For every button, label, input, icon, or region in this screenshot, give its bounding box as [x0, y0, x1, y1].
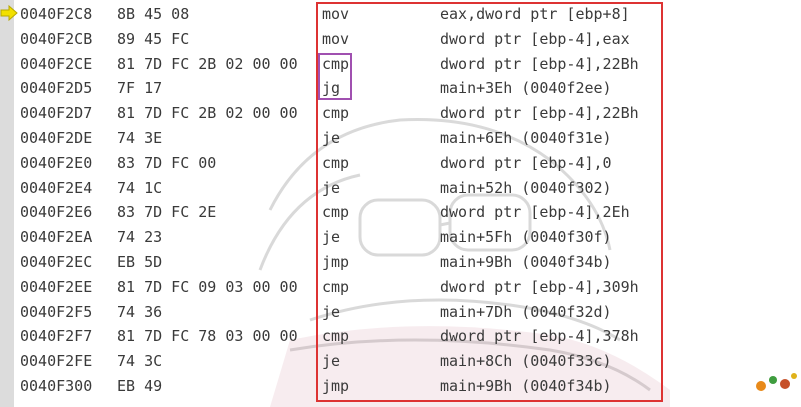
opcode-bytes-text: EB 5D: [117, 253, 163, 271]
address-text: 0040F2FE: [20, 352, 93, 371]
address-text: 0040F300: [20, 377, 93, 395]
opcode-bytes-text: 83 7D FC 00: [117, 153, 217, 172]
opcode-bytes-text: 74 36: [117, 302, 163, 321]
address-text: 0040F2D5: [20, 79, 93, 98]
address-text: 0040F2CB: [20, 29, 93, 48]
address-text: 0040F2DE: [20, 129, 93, 147]
opcode-bytes-text: 74 3E: [117, 129, 163, 147]
address-text: 0040F2F5: [20, 302, 93, 321]
address-text: 0040F2D7: [20, 104, 93, 123]
opcode-bytes-text: 81 7D FC 09 03 00 00: [117, 277, 298, 296]
address-text: 0040F2E6: [20, 203, 93, 222]
opcode-bytes-text: 7F 17: [117, 79, 163, 98]
opcode-bytes-text: EB 49: [117, 377, 163, 395]
address-text: 0040F2EC: [20, 253, 93, 271]
opcode-bytes-text: 81 7D FC 78 03 00 00: [117, 327, 298, 346]
opcode-bytes-text: 74 23: [117, 228, 163, 247]
highlight-box: [316, 2, 663, 402]
opcode-bytes-text: 74 3C: [117, 352, 163, 371]
selection-box: [318, 53, 352, 100]
address-text: 0040F2EE: [20, 277, 93, 296]
logo-sprite-icon: [756, 373, 797, 391]
arrow-right-icon: [0, 5, 18, 21]
address-text: 0040F2E0: [20, 153, 93, 172]
address-text: 0040F2F7: [20, 327, 93, 346]
opcode-bytes-text: 8B 45 08: [117, 5, 190, 23]
opcode-bytes-text: 81 7D FC 2B 02 00 00: [117, 54, 298, 73]
address-text: 0040F2CE: [20, 54, 93, 73]
opcode-bytes-text: 83 7D FC 2E: [117, 203, 217, 222]
opcode-bytes-text: 74 1C: [117, 178, 163, 197]
debugger-gutter[interactable]: [0, 0, 14, 407]
address-text: 0040F2EA: [20, 228, 93, 247]
address-text: 0040F2C8: [20, 5, 93, 23]
opcode-bytes-text: 89 45 FC: [117, 29, 190, 48]
address-text: 0040F2E4: [20, 178, 93, 197]
opcode-bytes-text: 81 7D FC 2B 02 00 00: [117, 104, 298, 123]
